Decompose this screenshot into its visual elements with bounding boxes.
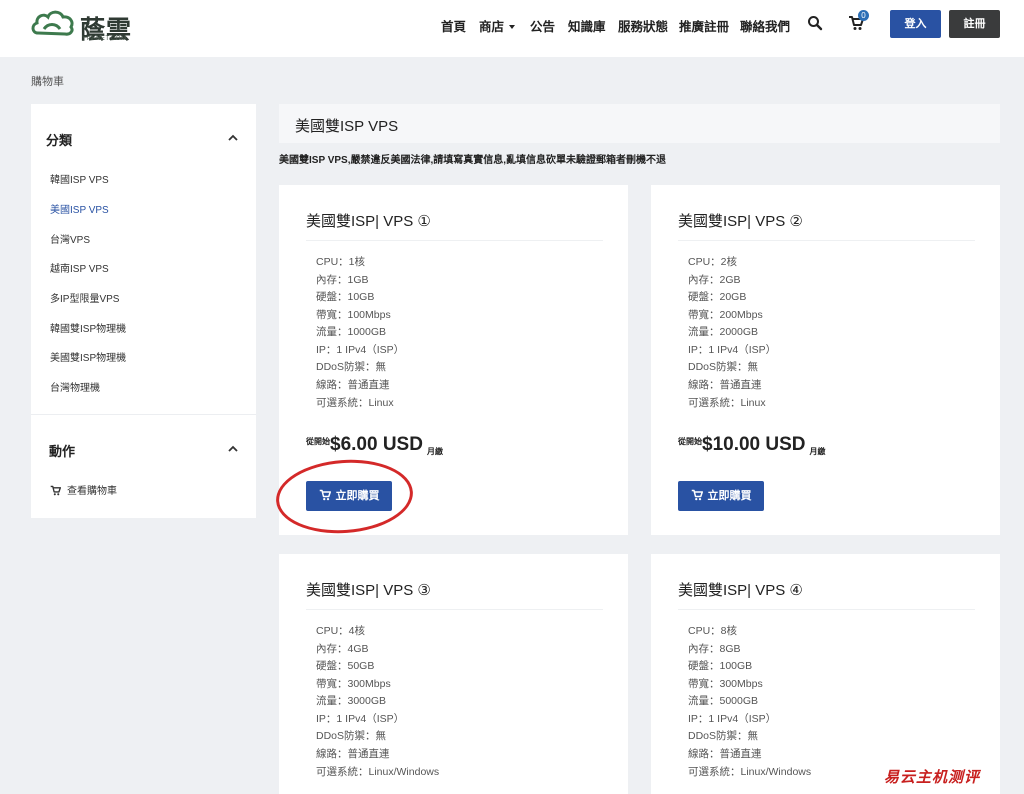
nav-announcements[interactable]: 公告 (530, 16, 555, 35)
spec-route: 線路：普通直連 (316, 379, 390, 391)
product-name: 美國雙ISP| VPS ② (678, 213, 803, 230)
divider (678, 240, 975, 241)
spec-ip: IP：1 IPv4（ISP） (316, 344, 405, 356)
price-amount: $6.00 USD (330, 434, 423, 455)
order-now-label: 立即購買 (707, 490, 752, 502)
price-prefix: 從開始 (678, 437, 702, 446)
spec-route: 線路：普通直連 (688, 379, 762, 391)
nav-home[interactable]: 首頁 (441, 16, 466, 35)
sidebar-item-us-isp-vps[interactable]: 美國ISP VPS (50, 201, 109, 216)
product-price: 從開始$6.00 USD 月繳 (306, 434, 443, 457)
divider (306, 609, 603, 610)
sidebar-item-multi-ip-vps[interactable]: 多IP型限量VPS (50, 290, 119, 305)
chevron-up-icon[interactable] (228, 444, 238, 454)
spec-traffic: 流量：3000GB (316, 695, 387, 707)
spec-ip: IP：1 IPv4（ISP） (316, 713, 405, 725)
divider (306, 240, 603, 241)
sidebar-item-taiwan-dedicated[interactable]: 台灣物理機 (50, 379, 100, 394)
spec-cpu: CPU：2核 (688, 256, 738, 268)
spec-cpu: CPU：4核 (316, 625, 366, 637)
nav-knowledgebase[interactable]: 知識庫 (568, 16, 606, 35)
spec-bandwidth: 帶寬：300Mbps (688, 678, 763, 690)
spec-memory: 內存：2GB (688, 274, 741, 286)
spec-memory: 內存：1GB (316, 274, 369, 286)
spec-disk: 硬盤：20GB (688, 291, 747, 303)
page-title-bar: 美國雙ISP VPS (279, 104, 1000, 143)
divider (678, 609, 975, 610)
nav-contact[interactable]: 聯絡我們 (740, 16, 790, 35)
nav-store-label: 商店 (479, 20, 505, 34)
site-header: 蔭雲 YIN-NET.COM 首頁 商店 公告 知識庫 服務狀態 推廣註冊 聯絡… (0, 0, 1024, 57)
spec-os: 可選系統：Linux (688, 397, 766, 409)
cloud-logo-icon (31, 10, 74, 36)
spec-ddos: DDoS防禦：無 (316, 730, 387, 742)
spec-ddos: DDoS防禦：無 (688, 730, 759, 742)
login-button[interactable]: 登入 (890, 10, 941, 38)
nav-affiliate[interactable]: 推廣註冊 (679, 16, 729, 35)
watermark: 易云主机测评 (884, 769, 981, 786)
spec-os: 可選系統：Linux/Windows (688, 766, 812, 778)
spec-ip: IP：1 IPv4（ISP） (688, 713, 777, 725)
view-cart-link[interactable]: 查看購物車 (50, 482, 117, 497)
nav-store[interactable]: 商店 (479, 16, 516, 35)
product-card: 美國雙ISP| VPS ② CPU：2核 內存：2GB 硬盤：20GB 帶寬：2… (651, 185, 1000, 535)
spec-bandwidth: 帶寬：100Mbps (316, 309, 391, 321)
spec-route: 線路：普通直連 (688, 748, 762, 760)
chevron-down-icon (509, 24, 516, 29)
spec-memory: 內存：4GB (316, 643, 369, 655)
spec-memory: 內存：8GB (688, 643, 741, 655)
cart-icon (691, 489, 703, 501)
spec-bandwidth: 帶寬：200Mbps (688, 309, 763, 321)
spec-cpu: CPU：8核 (688, 625, 738, 637)
order-now-button[interactable]: 立即購買 (678, 481, 764, 511)
spec-os: 可選系統：Linux/Windows (316, 766, 440, 778)
sidebar-item-vietnam-isp-vps[interactable]: 越南ISP VPS (50, 260, 109, 275)
nav-server-status[interactable]: 服務狀態 (618, 16, 668, 35)
actions-heading[interactable]: 動作 (49, 441, 75, 460)
spec-route: 線路：普通直連 (316, 748, 390, 760)
site-logo[interactable]: 蔭雲 YIN-NET.COM (30, 7, 135, 44)
spec-disk: 硬盤：10GB (316, 291, 375, 303)
cart-icon (50, 485, 61, 496)
product-name: 美國雙ISP| VPS ③ (306, 582, 431, 599)
sidebar-item-korea-isp-vps[interactable]: 韓國ISP VPS (50, 171, 109, 186)
product-card: 美國雙ISP| VPS ④ CPU：8核 內存：8GB 硬盤：100GB 帶寬：… (651, 554, 1000, 794)
billing-cycle: 月繳 (809, 447, 826, 456)
sidebar: 分類 韓國ISP VPS 美國ISP VPS 台灣VPS 越南ISP VPS 多… (31, 104, 256, 518)
search-icon[interactable] (807, 15, 823, 31)
product-card: 美國雙ISP| VPS ③ CPU：4核 內存：4GB 硬盤：50GB 帶寬：3… (279, 554, 628, 794)
breadcrumb[interactable]: 購物車 (31, 73, 64, 89)
page-title: 美國雙ISP VPS (295, 118, 399, 135)
notice-text: 美國雙ISP VPS,嚴禁違反美國法律,請填寫真實信息,亂填信息砍單未驗證郵箱者… (279, 155, 667, 166)
sidebar-divider (31, 414, 256, 415)
price-amount: $10.00 USD (702, 434, 806, 455)
register-button[interactable]: 註冊 (949, 10, 1000, 38)
product-name: 美國雙ISP| VPS ④ (678, 582, 803, 599)
spec-traffic: 流量：2000GB (688, 326, 759, 338)
spec-disk: 硬盤：50GB (316, 660, 375, 672)
spec-ip: IP：1 IPv4（ISP） (688, 344, 777, 356)
spec-ddos: DDoS防禦：無 (316, 361, 387, 373)
spec-traffic: 流量：5000GB (688, 695, 759, 707)
spec-os: 可選系統：Linux (316, 397, 394, 409)
sidebar-item-taiwan-vps[interactable]: 台灣VPS (50, 231, 90, 246)
sidebar-item-korea-dual-isp-dedicated[interactable]: 韓國雙ISP物理機 (50, 320, 126, 335)
spec-disk: 硬盤：100GB (688, 660, 753, 672)
brand-domain: YIN-NET.COM (82, 36, 127, 42)
spec-bandwidth: 帶寬：300Mbps (316, 678, 391, 690)
chevron-up-icon[interactable] (228, 133, 238, 143)
categories-heading[interactable]: 分類 (46, 130, 72, 149)
price-prefix: 從開始 (306, 437, 330, 446)
billing-cycle: 月繳 (426, 447, 443, 456)
view-cart-label: 查看購物車 (67, 486, 117, 497)
spec-traffic: 流量：1000GB (316, 326, 387, 338)
cart-count-badge: 0 (858, 10, 869, 21)
spec-ddos: DDoS防禦：無 (688, 361, 759, 373)
spec-cpu: CPU：1核 (316, 256, 366, 268)
product-price: 從開始$10.00 USD 月繳 (678, 434, 826, 457)
product-name: 美國雙ISP| VPS ① (306, 213, 431, 230)
sidebar-item-us-dual-isp-dedicated[interactable]: 美國雙ISP物理機 (50, 349, 126, 364)
